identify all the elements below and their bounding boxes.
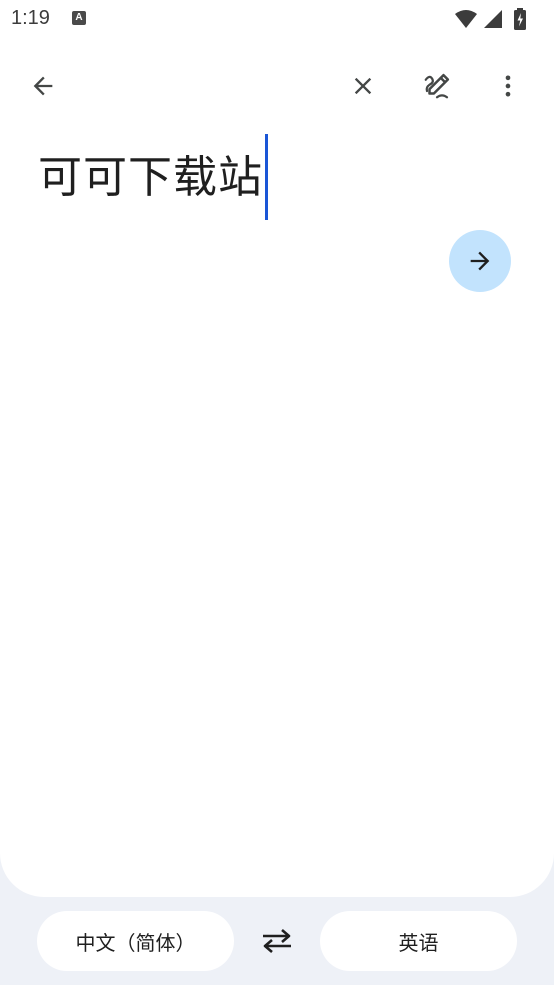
swap-languages-button[interactable] bbox=[252, 916, 302, 966]
target-language-button[interactable]: 英语 bbox=[320, 911, 517, 971]
battery-charging-icon bbox=[514, 8, 526, 30]
status-bar: 1:19 A bbox=[0, 0, 554, 40]
arrow-left-icon bbox=[33, 76, 53, 96]
back-button[interactable] bbox=[19, 62, 67, 110]
text-caret bbox=[265, 134, 268, 220]
translate-button[interactable] bbox=[449, 230, 511, 292]
toolbar bbox=[0, 56, 554, 116]
target-language-label: 英语 bbox=[398, 930, 439, 955]
handwriting-button[interactable] bbox=[413, 62, 461, 110]
cellular-signal-icon bbox=[484, 10, 502, 28]
clear-button[interactable] bbox=[339, 62, 387, 110]
swap-arrows-icon bbox=[263, 929, 291, 953]
source-text[interactable]: 可可下载站 bbox=[38, 152, 263, 203]
handwriting-pen-icon bbox=[424, 73, 450, 99]
more-options-button[interactable] bbox=[484, 62, 532, 110]
source-language-button[interactable]: 中文（简体） bbox=[37, 911, 234, 971]
arrow-right-icon bbox=[470, 251, 490, 271]
source-language-label: 中文（简体） bbox=[75, 930, 196, 955]
a-letter-icon: A bbox=[72, 11, 86, 25]
wifi-icon bbox=[455, 10, 477, 28]
source-text-input[interactable]: 可可下载站 bbox=[38, 134, 268, 222]
close-icon bbox=[354, 77, 372, 95]
more-vertical-icon bbox=[505, 75, 511, 97]
status-time: 1:19 bbox=[11, 7, 50, 29]
